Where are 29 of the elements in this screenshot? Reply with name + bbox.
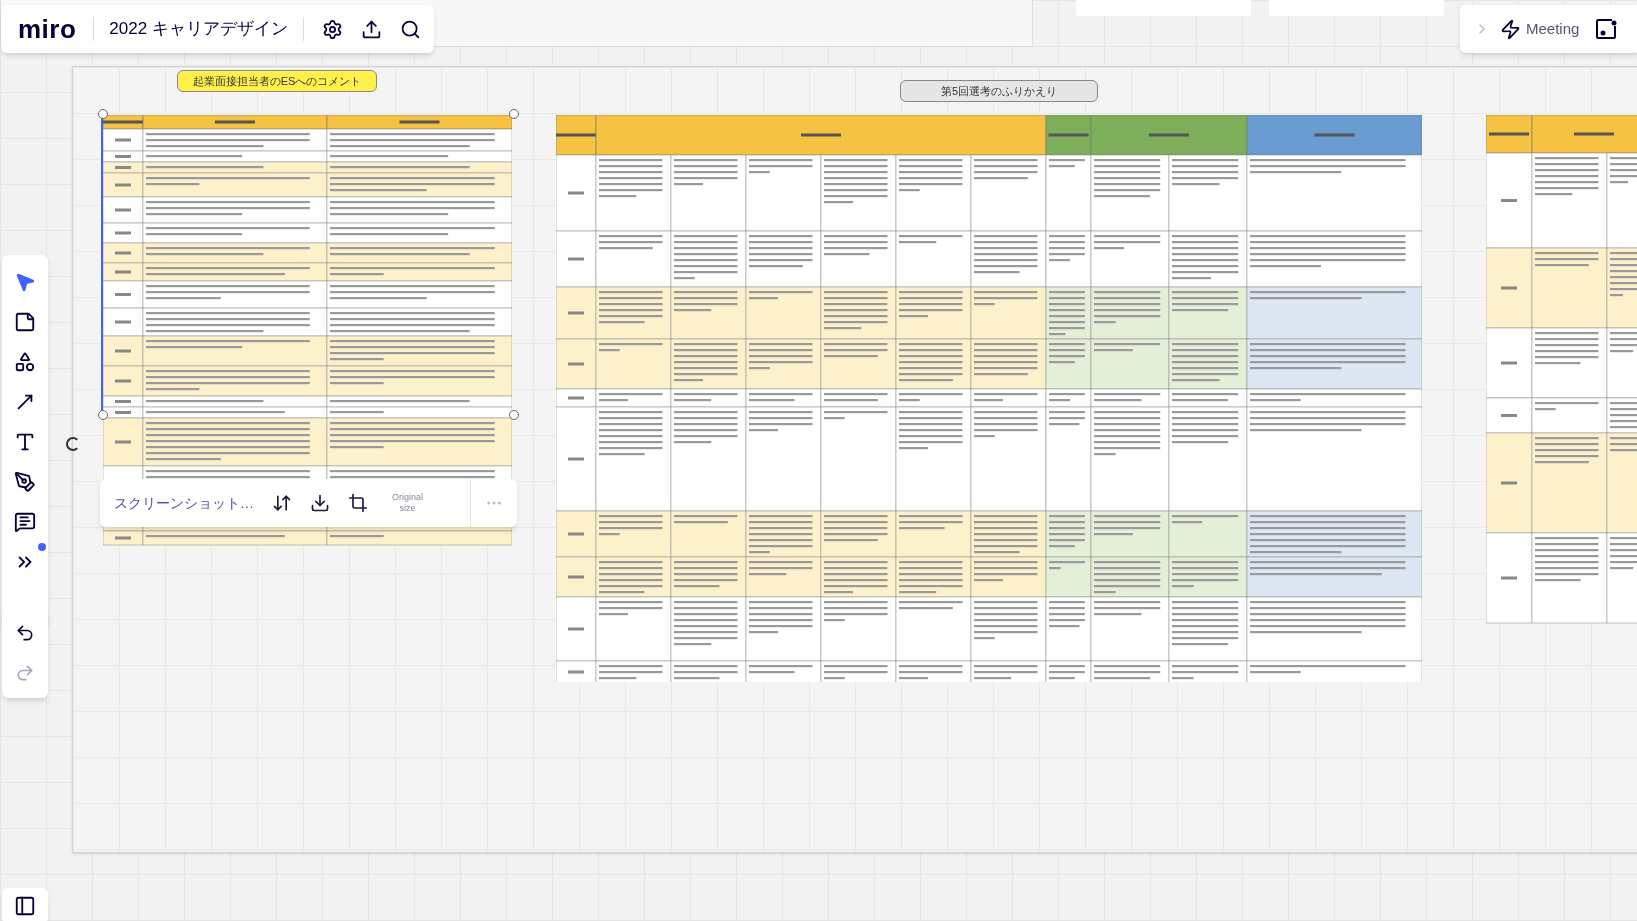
screen-share-icon[interactable] [1595, 18, 1618, 40]
miro-logo[interactable]: miro [18, 16, 77, 42]
resize-handle[interactable] [98, 109, 108, 119]
pointer-icon[interactable] [14, 271, 36, 293]
settings-icon[interactable] [321, 18, 343, 40]
swap-icon[interactable] [272, 493, 292, 513]
panel-toggle[interactable] [2, 888, 48, 921]
text-icon[interactable] [14, 431, 36, 453]
sidebar-icon [14, 895, 36, 917]
sticky-note-icon[interactable] [14, 311, 36, 333]
lightning-icon [1500, 18, 1521, 40]
download-icon[interactable] [310, 493, 330, 513]
crop-icon[interactable] [348, 493, 368, 513]
board-label[interactable]: 起業面接担当者のESへのコメント [177, 70, 377, 92]
resize-handle[interactable] [509, 410, 519, 420]
undo-icon[interactable] [15, 623, 35, 643]
original-size-button[interactable]: Original size [392, 492, 423, 514]
board-title[interactable]: 2022 キャリアデザイン [109, 16, 288, 42]
resize-handle[interactable] [509, 109, 519, 119]
meeting-button[interactable]: Meeting [1500, 17, 1580, 41]
comment-icon[interactable] [14, 511, 36, 533]
search-icon[interactable] [399, 18, 421, 40]
shapes-icon[interactable] [14, 351, 36, 373]
board-label[interactable]: 第5回選考のふりかえり [900, 80, 1098, 102]
image-name[interactable]: スクリーンショット… [114, 493, 266, 513]
pen-icon[interactable] [14, 471, 36, 493]
resize-handle[interactable] [98, 410, 108, 420]
rotate-handle[interactable] [66, 437, 80, 451]
upload-icon[interactable] [360, 18, 382, 40]
